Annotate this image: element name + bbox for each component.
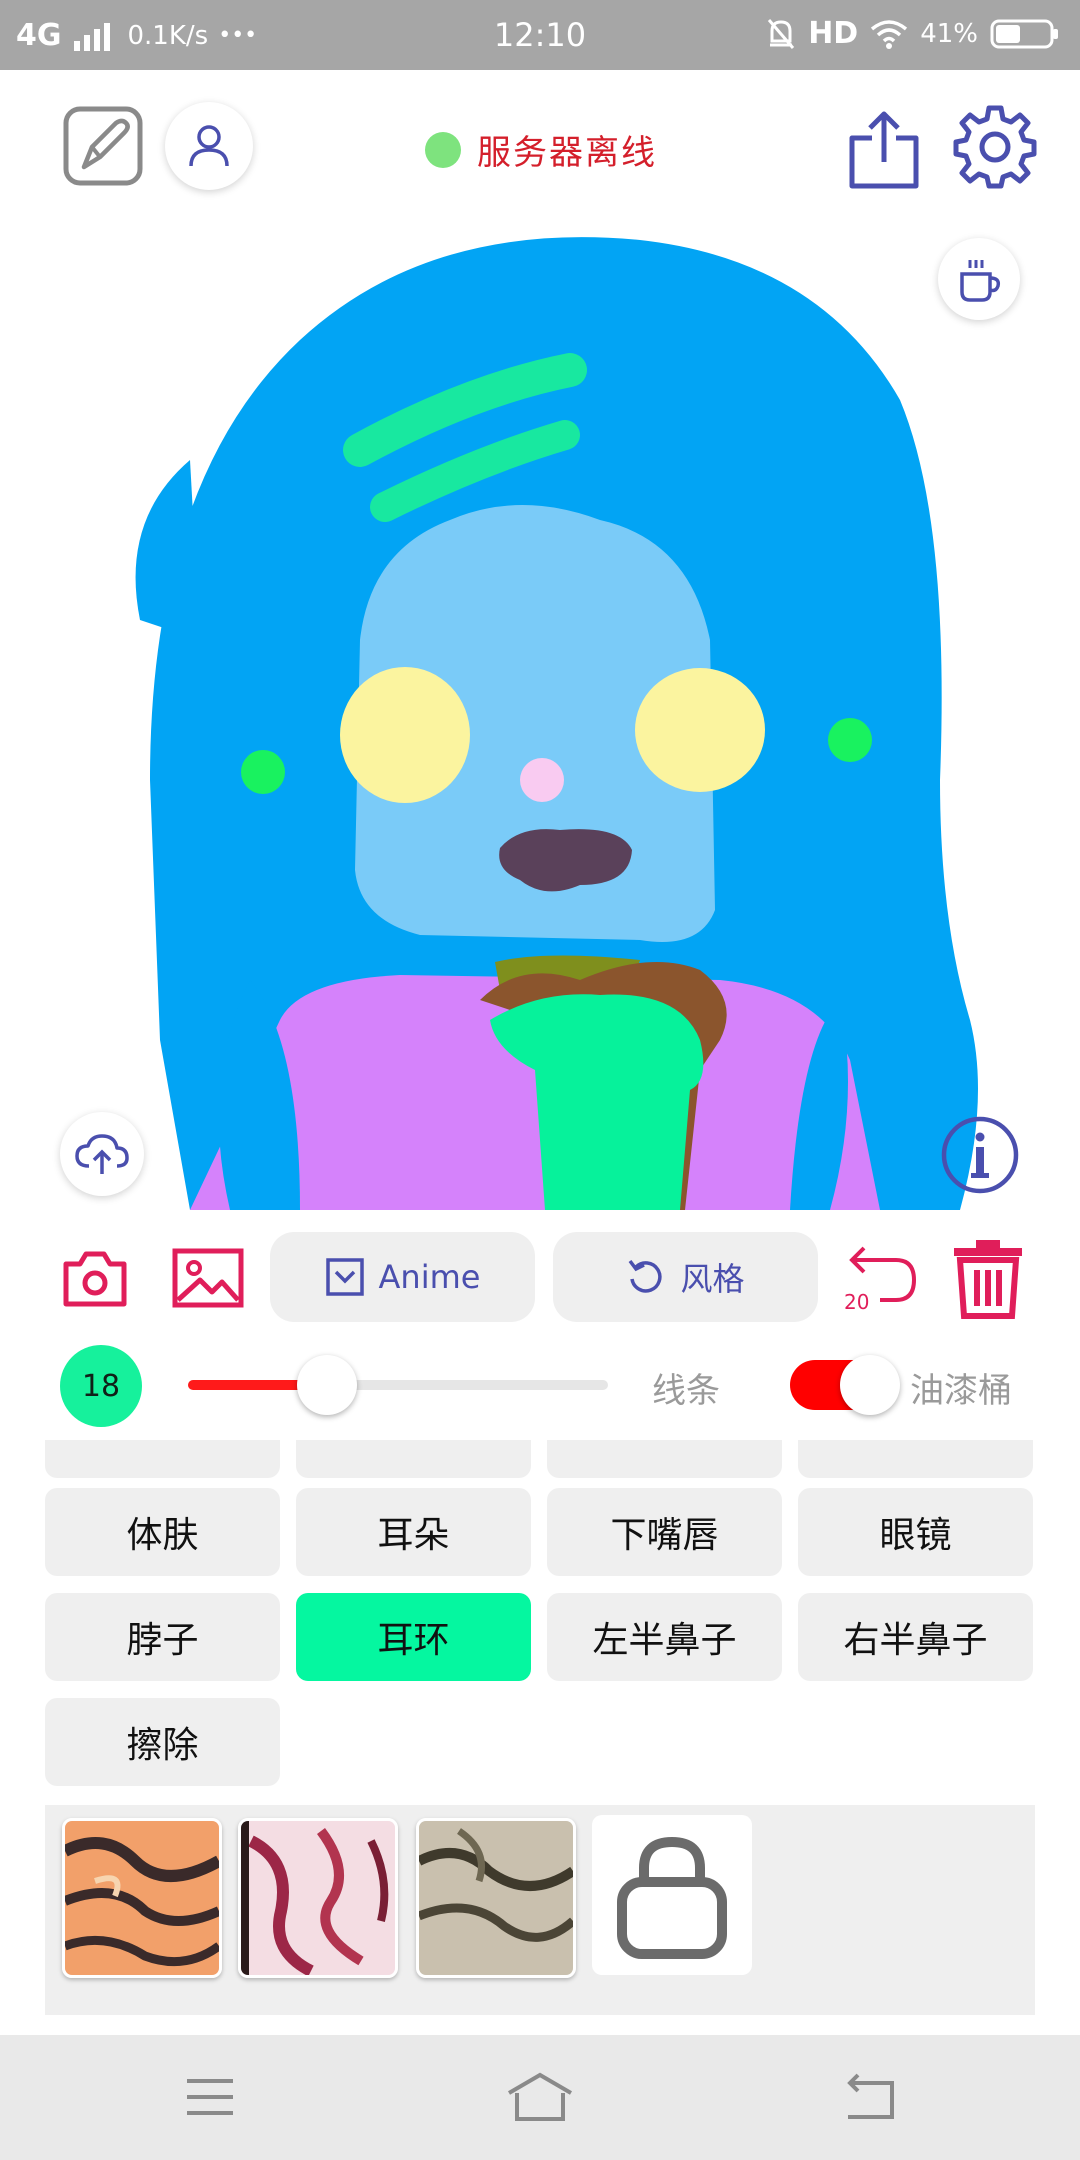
upload-button[interactable] <box>60 1112 144 1196</box>
gallery-button[interactable] <box>172 1248 244 1308</box>
delete-button[interactable] <box>950 1238 1026 1320</box>
wifi-icon <box>871 19 908 49</box>
brush-size-slider-thumb[interactable] <box>296 1355 357 1415</box>
undo-button[interactable]: 20 <box>840 1240 920 1315</box>
camera-button[interactable] <box>62 1248 128 1308</box>
home-nav-button[interactable] <box>505 2071 575 2123</box>
line-mode-label[interactable]: 线条 <box>652 1363 720 1412</box>
orange-tiger-texture <box>65 1821 219 1975</box>
home-icon <box>507 2072 573 2121</box>
style-model-label: Anime <box>378 1258 481 1296</box>
user-icon <box>189 125 229 167</box>
undo-count: 20 <box>844 1290 870 1314</box>
user-button[interactable] <box>165 102 253 190</box>
style-model-selector[interactable]: Anime <box>270 1232 535 1322</box>
bucket-mode-label: 油漆桶 <box>910 1371 1012 1411</box>
edit-mode-button[interactable] <box>62 105 144 187</box>
texture-thumb-grey[interactable] <box>416 1818 576 1978</box>
settings-button[interactable] <box>952 104 1038 190</box>
share-icon <box>849 111 919 189</box>
part-button-left-nose[interactable]: 左半鼻子 <box>547 1593 782 1681</box>
part-button-earrings[interactable]: 耳环 <box>296 1593 531 1681</box>
battery-percent: 41% <box>920 18 978 49</box>
server-status-text: 服务器离线 <box>477 133 657 173</box>
image-icon <box>172 1248 244 1308</box>
menu-nav-button[interactable] <box>185 2075 235 2119</box>
coffee-icon <box>960 260 1001 302</box>
texture-thumb-orange[interactable] <box>62 1818 222 1978</box>
part-button-neck[interactable]: 脖子 <box>45 1593 280 1681</box>
part-button-glasses[interactable]: 眼镜 <box>798 1488 1033 1576</box>
part-button[interactable] <box>296 1440 531 1478</box>
trash-icon <box>954 1240 1022 1319</box>
back-icon <box>847 2073 894 2119</box>
refresh-icon <box>629 1259 663 1293</box>
navigation-bar <box>0 2035 1080 2160</box>
pink-red-texture <box>241 1821 395 1975</box>
battery-icon <box>990 19 1058 48</box>
gear-icon <box>953 105 1037 189</box>
brush-size-indicator[interactable]: 18 <box>60 1345 142 1427</box>
part-button[interactable] <box>45 1440 280 1478</box>
bell-off-icon <box>768 18 795 49</box>
part-button[interactable] <box>547 1440 782 1478</box>
bucket-toggle-knob[interactable] <box>840 1355 900 1415</box>
drawing-canvas[interactable] <box>0 220 1080 1210</box>
menu-icon <box>187 2079 233 2115</box>
part-button-lower-lip[interactable]: 下嘴唇 <box>547 1488 782 1576</box>
share-button[interactable] <box>846 108 922 190</box>
info-icon <box>941 1116 1019 1194</box>
part-button-erase[interactable]: 擦除 <box>45 1698 280 1786</box>
server-status-dot <box>425 131 461 168</box>
part-button-ears[interactable]: 耳朵 <box>296 1488 531 1576</box>
parts-grid: 体肤 耳朵 下嘴唇 眼镜 脖子 耳环 左半鼻子 右半鼻子 擦除 <box>0 1440 1080 1800</box>
back-nav-button[interactable] <box>842 2073 898 2121</box>
part-button[interactable] <box>798 1440 1033 1478</box>
info-button[interactable] <box>940 1115 1020 1195</box>
hd-indicator: HD <box>808 16 859 51</box>
dropdown-box-icon <box>325 1258 364 1296</box>
grey-olive-texture <box>419 1821 573 1975</box>
camera-icon <box>63 1251 127 1307</box>
part-button-right-nose[interactable]: 右半鼻子 <box>798 1593 1033 1681</box>
part-button-skin[interactable]: 体肤 <box>45 1488 280 1576</box>
lock-icon <box>617 1836 727 1959</box>
locked-texture[interactable] <box>592 1815 752 1975</box>
style-button[interactable]: 风格 <box>553 1232 818 1322</box>
cloud-upload-icon <box>75 1134 129 1174</box>
donate-button[interactable] <box>938 238 1020 320</box>
server-status: 服务器离线 <box>425 125 657 174</box>
style-button-label: 风格 <box>680 1260 745 1298</box>
character-drawing <box>135 237 978 1210</box>
sketch-pad-icon <box>63 106 143 186</box>
status-bar: 4G 0.1K/s ••• 12:10 HD 41% <box>0 0 1080 70</box>
texture-thumb-pink[interactable] <box>238 1818 398 1978</box>
